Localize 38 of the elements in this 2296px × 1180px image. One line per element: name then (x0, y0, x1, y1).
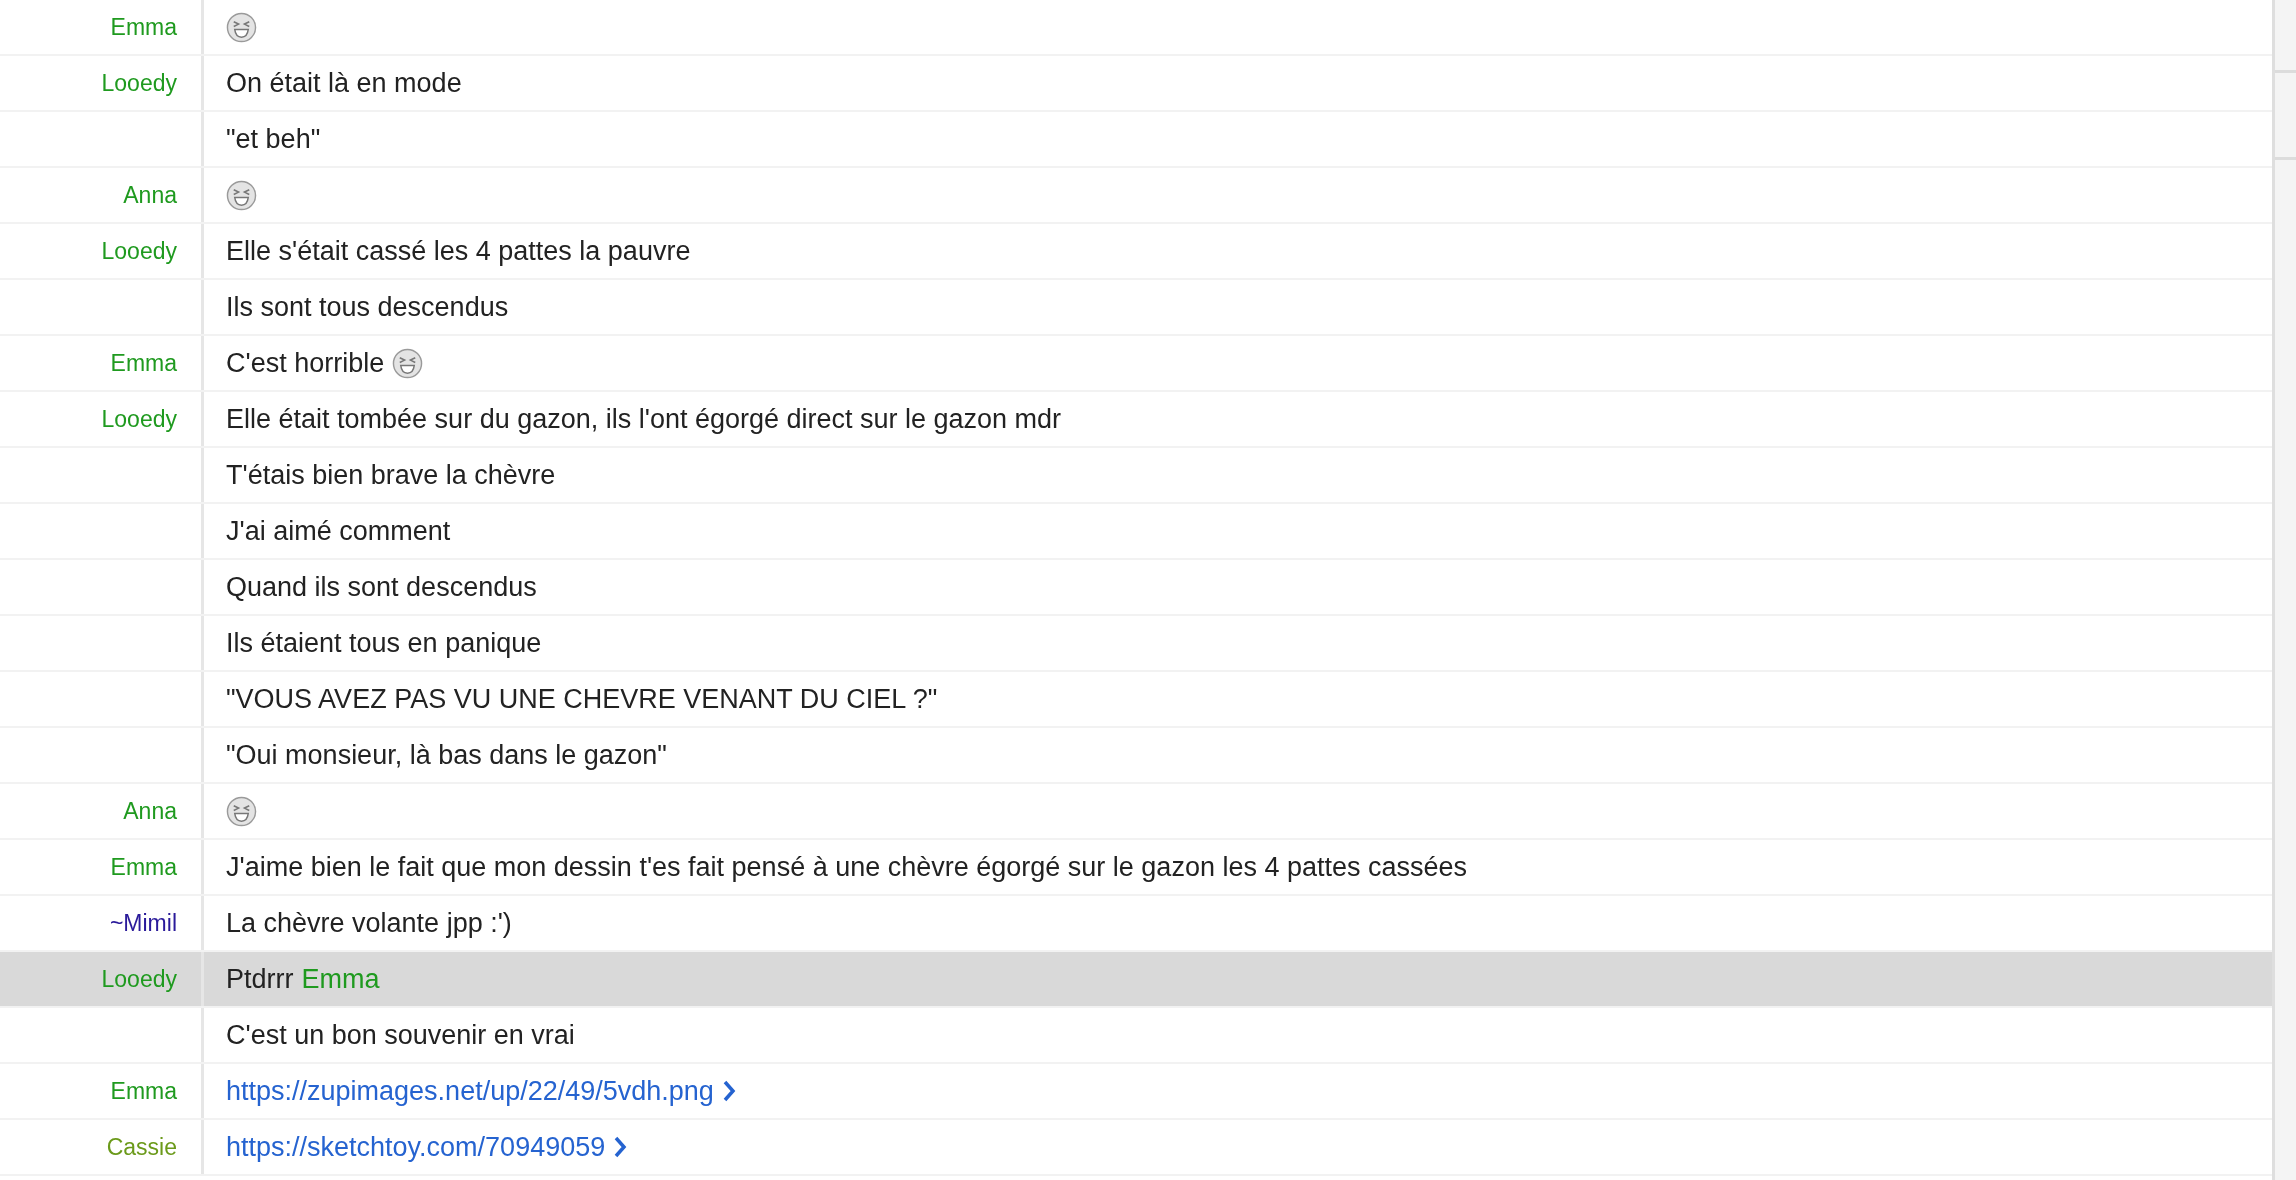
message-text: C'est un bon souvenir en vrai (226, 1018, 575, 1052)
author-name[interactable]: Looedy (101, 233, 177, 269)
author-name[interactable]: Looedy (101, 65, 177, 101)
laughing-face-icon (226, 179, 257, 211)
message-link[interactable]: https://sketchtoy.com/70949059 (226, 1126, 606, 1168)
message-text: "VOUS AVEZ PAS VU UNE CHEVRE VENANT DU CIEL ?" (226, 682, 938, 716)
message-text: On était là en mode (226, 66, 462, 100)
message-text: J'aime bien le fait que mon dessin t'es fait pensé à une chèvre égorgé sur le gazon les 4 pattes cassées (226, 850, 1468, 884)
author-name[interactable]: Emma (110, 9, 177, 45)
author-name[interactable]: Cassie (106, 1129, 177, 1165)
author-name[interactable]: Emma (110, 1073, 177, 1109)
author-name[interactable]: Anna (123, 793, 177, 829)
message-text: Elle s'était cassé les 4 pattes la pauvre (226, 234, 691, 268)
author-name[interactable]: Emma (110, 345, 177, 381)
laughing-face-icon (226, 795, 257, 827)
message-text: C'est horrible (226, 346, 385, 380)
message-text: La chèvre volante jpp :') (226, 906, 512, 940)
highlighted-message-row[interactable]: Looedy Ptdrrr Emma (0, 952, 2272, 1008)
message-link[interactable]: https://zupimages.net/up/22/49/5vdh.png (226, 1070, 714, 1112)
laughing-face-icon (226, 11, 257, 43)
mention[interactable]: Emma (301, 958, 380, 1000)
chevron-right-icon[interactable] (721, 1080, 736, 1102)
message-text: T'étais bien brave la chèvre (226, 458, 556, 492)
laughing-face-icon (392, 347, 424, 379)
message-text: "Oui monsieur, là bas dans le gazon" (226, 738, 667, 772)
chevron-right-icon[interactable] (613, 1136, 628, 1158)
message-text: Ptdrrr (226, 962, 294, 996)
message-text: Elle était tombée sur du gazon, ils l'ont égorgé direct sur le gazon mdr (226, 402, 1062, 436)
author-name[interactable]: Looedy (101, 961, 177, 997)
message-text: "et beh" (226, 122, 321, 156)
author-name[interactable]: Anna (123, 177, 177, 213)
message-text: Ils sont tous descendus (226, 290, 509, 324)
message-text: J'ai aimé comment (226, 514, 451, 548)
author-name[interactable]: ~Mimil (109, 905, 177, 941)
message-text: Ils étaient tous en panique (226, 626, 542, 660)
message-text: Quand ils sont descendus (226, 570, 537, 604)
author-name[interactable]: Looedy (101, 401, 177, 437)
author-name[interactable]: Emma (110, 849, 177, 885)
